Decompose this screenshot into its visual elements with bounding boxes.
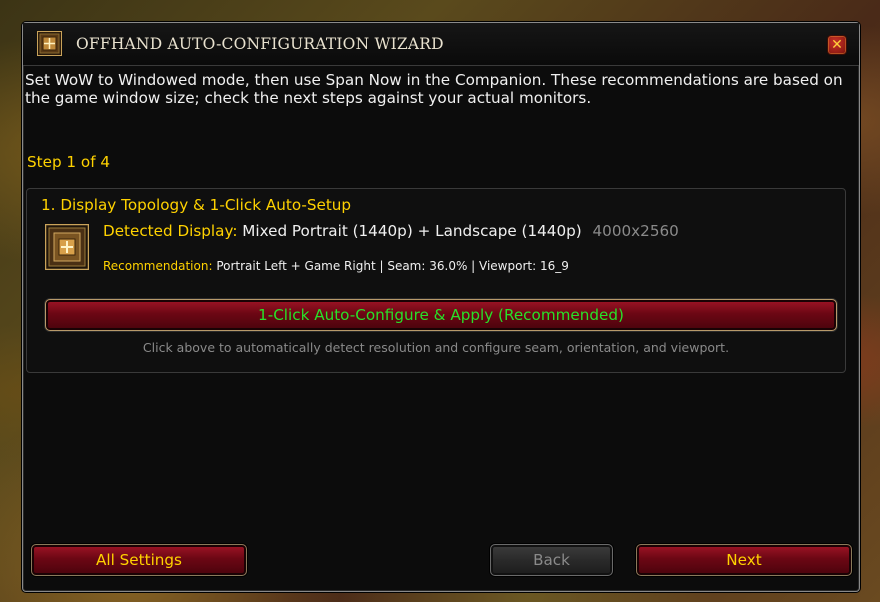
close-button[interactable]: ✕ [827, 35, 847, 55]
detected-display-value: Mixed Portrait (1440p) + Landscape (1440… [242, 222, 582, 240]
recommendation-label: Recommendation: [103, 259, 213, 273]
display-topology-panel: 1. Display Topology & 1-Click Auto-Setup… [26, 188, 846, 373]
all-settings-button[interactable]: All Settings [31, 544, 247, 576]
detected-display: Detected Display: Mixed Portrait (1440p)… [103, 222, 679, 240]
next-button[interactable]: Next [636, 544, 852, 576]
addon-icon [37, 31, 62, 56]
close-icon: ✕ [831, 37, 843, 53]
wizard-window: OFFHAND AUTO-CONFIGURATION WIZARD ✕ Set … [22, 22, 860, 592]
recommendation: Recommendation: Portrait Left + Game Rig… [103, 259, 569, 273]
detected-display-label: Detected Display: [103, 222, 238, 240]
window-title: OFFHAND AUTO-CONFIGURATION WIZARD [76, 35, 444, 53]
auto-configure-button[interactable]: 1-Click Auto-Configure & Apply (Recommen… [45, 299, 837, 331]
auto-configure-hint: Click above to automatically detect reso… [142, 340, 730, 355]
title-bar[interactable]: OFFHAND AUTO-CONFIGURATION WIZARD ✕ [23, 23, 859, 66]
detected-resolution: 4000x2560 [592, 222, 679, 240]
back-button[interactable]: Back [490, 544, 613, 576]
panel-title: 1. Display Topology & 1-Click Auto-Setup [41, 196, 352, 214]
recommendation-value: Portrait Left + Game Right | Seam: 36.0%… [216, 259, 569, 273]
step-indicator: Step 1 of 4 [27, 153, 111, 171]
display-icon [45, 224, 89, 270]
intro-text: Set WoW to Windowed mode, then use Span … [25, 71, 843, 107]
